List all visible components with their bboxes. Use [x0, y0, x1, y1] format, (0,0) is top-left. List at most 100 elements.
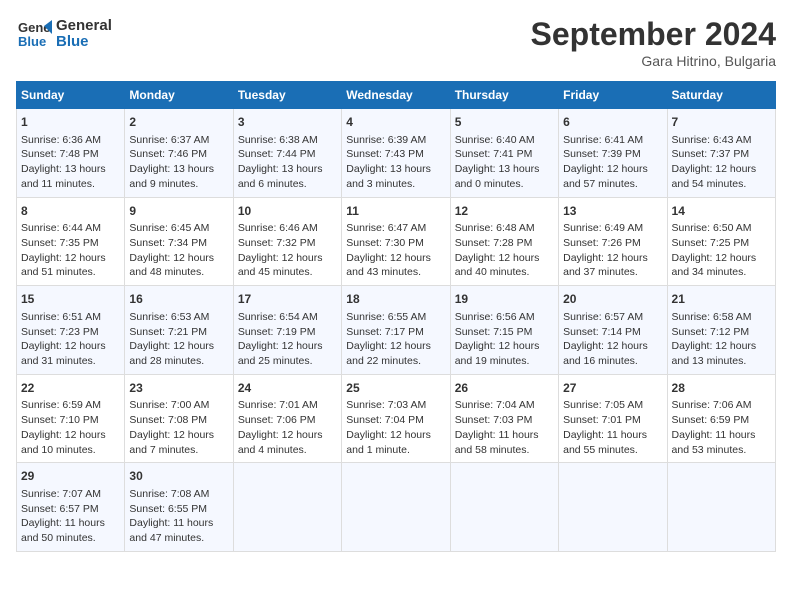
cell-content: Sunrise: 6:56 AMSunset: 7:15 PMDaylight:… [455, 310, 554, 369]
calendar-cell [342, 463, 450, 552]
calendar-cell: 25Sunrise: 7:03 AMSunset: 7:04 PMDayligh… [342, 374, 450, 463]
logo-line1: General [56, 18, 112, 35]
cell-content: Sunrise: 7:08 AMSunset: 6:55 PMDaylight:… [129, 487, 228, 546]
cell-content: Sunrise: 7:03 AMSunset: 7:04 PMDaylight:… [346, 398, 445, 457]
day-number: 22 [21, 380, 120, 397]
cell-content: Sunrise: 6:36 AMSunset: 7:48 PMDaylight:… [21, 133, 120, 192]
day-number: 5 [455, 114, 554, 131]
day-number: 11 [346, 203, 445, 220]
week-row-2: 8Sunrise: 6:44 AMSunset: 7:35 PMDaylight… [17, 197, 776, 286]
calendar-cell: 27Sunrise: 7:05 AMSunset: 7:01 PMDayligh… [559, 374, 667, 463]
day-number: 13 [563, 203, 662, 220]
calendar-cell: 22Sunrise: 6:59 AMSunset: 7:10 PMDayligh… [17, 374, 125, 463]
cell-content: Sunrise: 6:39 AMSunset: 7:43 PMDaylight:… [346, 133, 445, 192]
cell-content: Sunrise: 6:44 AMSunset: 7:35 PMDaylight:… [21, 221, 120, 280]
day-number: 30 [129, 468, 228, 485]
day-number: 4 [346, 114, 445, 131]
day-header-monday: Monday [125, 82, 233, 109]
calendar-cell [450, 463, 558, 552]
logo: General Blue General Blue [16, 16, 112, 52]
calendar-cell [233, 463, 341, 552]
day-number: 3 [238, 114, 337, 131]
cell-content: Sunrise: 7:04 AMSunset: 7:03 PMDaylight:… [455, 398, 554, 457]
calendar-cell: 1Sunrise: 6:36 AMSunset: 7:48 PMDaylight… [17, 109, 125, 198]
day-number: 14 [672, 203, 771, 220]
day-header-tuesday: Tuesday [233, 82, 341, 109]
calendar-cell: 29Sunrise: 7:07 AMSunset: 6:57 PMDayligh… [17, 463, 125, 552]
calendar-cell: 13Sunrise: 6:49 AMSunset: 7:26 PMDayligh… [559, 197, 667, 286]
day-number: 25 [346, 380, 445, 397]
cell-content: Sunrise: 6:54 AMSunset: 7:19 PMDaylight:… [238, 310, 337, 369]
calendar-cell: 11Sunrise: 6:47 AMSunset: 7:30 PMDayligh… [342, 197, 450, 286]
day-header-sunday: Sunday [17, 82, 125, 109]
calendar-cell: 16Sunrise: 6:53 AMSunset: 7:21 PMDayligh… [125, 286, 233, 375]
cell-content: Sunrise: 6:43 AMSunset: 7:37 PMDaylight:… [672, 133, 771, 192]
week-row-5: 29Sunrise: 7:07 AMSunset: 6:57 PMDayligh… [17, 463, 776, 552]
week-row-3: 15 Sunrise: 6:51 AMSunset: 7:23 PMDayligh… [17, 286, 776, 375]
calendar-cell: 18Sunrise: 6:55 AMSunset: 7:17 PMDayligh… [342, 286, 450, 375]
day-number: 20 [563, 291, 662, 308]
day-number: 7 [672, 114, 771, 131]
day-number: 24 [238, 380, 337, 397]
calendar-cell: 17 Sunrise: 6:54 AMSunset: 7:19 PMDayligh… [233, 286, 341, 375]
calendar-cell: 20 Sunrise: 6:57 AMSunset: 7:14 PMDayligh… [559, 286, 667, 375]
calendar-cell [559, 463, 667, 552]
cell-content: Sunrise: 7:00 AMSunset: 7:08 PMDaylight:… [129, 398, 228, 457]
day-number: 18 [346, 291, 445, 308]
day-number: 15 [21, 291, 120, 308]
title-block: September 2024 Gara Hitrino, Bulgaria [531, 16, 776, 69]
cell-content: Sunrise: 6:49 AMSunset: 7:26 PMDaylight:… [563, 221, 662, 280]
calendar-cell: 4 Sunrise: 6:39 AMSunset: 7:43 PMDaylight… [342, 109, 450, 198]
day-number: 28 [672, 380, 771, 397]
cell-content: Sunrise: 6:57 AMSunset: 7:14 PMDaylight:… [563, 310, 662, 369]
calendar-cell: 15 Sunrise: 6:51 AMSunset: 7:23 PMDayligh… [17, 286, 125, 375]
location-subtitle: Gara Hitrino, Bulgaria [531, 53, 776, 69]
day-number: 27 [563, 380, 662, 397]
calendar-cell: 30 Sunrise: 7:08 AMSunset: 6:55 PMDayligh… [125, 463, 233, 552]
cell-content: Sunrise: 7:07 AMSunset: 6:57 PMDaylight:… [21, 487, 120, 546]
cell-content: Sunrise: 6:38 AMSunset: 7:44 PMDaylight:… [238, 133, 337, 192]
week-row-4: 22Sunrise: 6:59 AMSunset: 7:10 PMDayligh… [17, 374, 776, 463]
calendar-cell: 8Sunrise: 6:44 AMSunset: 7:35 PMDaylight… [17, 197, 125, 286]
calendar-cell: 5Sunrise: 6:40 AMSunset: 7:41 PMDaylight… [450, 109, 558, 198]
month-title: September 2024 [531, 16, 776, 53]
calendar-cell: 21Sunrise: 6:58 AMSunset: 7:12 PMDayligh… [667, 286, 775, 375]
day-header-saturday: Saturday [667, 82, 775, 109]
day-number: 23 [129, 380, 228, 397]
day-number: 9 [129, 203, 228, 220]
day-header-wednesday: Wednesday [342, 82, 450, 109]
day-number: 10 [238, 203, 337, 220]
calendar-header-row: SundayMondayTuesdayWednesdayThursdayFrid… [17, 82, 776, 109]
cell-content: Sunrise: 6:37 AMSunset: 7:46 PMDaylight:… [129, 133, 228, 192]
cell-content: Sunrise: 6:46 AMSunset: 7:32 PMDaylight:… [238, 221, 337, 280]
logo-line2: Blue [56, 34, 112, 51]
calendar-cell: 7 Sunrise: 6:43 AMSunset: 7:37 PMDaylight… [667, 109, 775, 198]
cell-content: Sunrise: 7:05 AMSunset: 7:01 PMDaylight:… [563, 398, 662, 457]
calendar-cell: 26Sunrise: 7:04 AMSunset: 7:03 PMDayligh… [450, 374, 558, 463]
calendar-cell: 23Sunrise: 7:00 AMSunset: 7:08 PMDayligh… [125, 374, 233, 463]
cell-content: Sunrise: 6:50 AMSunset: 7:25 PMDaylight:… [672, 221, 771, 280]
calendar-cell [667, 463, 775, 552]
calendar-cell: 12Sunrise: 6:48 AMSunset: 7:28 PMDayligh… [450, 197, 558, 286]
cell-content: Sunrise: 6:58 AMSunset: 7:12 PMDaylight:… [672, 310, 771, 369]
day-number: 26 [455, 380, 554, 397]
cell-content: Sunrise: 6:51 AMSunset: 7:23 PMDaylight:… [21, 310, 120, 369]
day-number: 6 [563, 114, 662, 131]
cell-content: Sunrise: 6:41 AMSunset: 7:39 PMDaylight:… [563, 133, 662, 192]
calendar-cell: 24Sunrise: 7:01 AMSunset: 7:06 PMDayligh… [233, 374, 341, 463]
cell-content: Sunrise: 6:47 AMSunset: 7:30 PMDaylight:… [346, 221, 445, 280]
day-header-thursday: Thursday [450, 82, 558, 109]
cell-content: Sunrise: 6:59 AMSunset: 7:10 PMDaylight:… [21, 398, 120, 457]
calendar-cell: 6 Sunrise: 6:41 AMSunset: 7:39 PMDaylight… [559, 109, 667, 198]
day-number: 8 [21, 203, 120, 220]
logo-icon: General Blue [16, 16, 52, 52]
day-number: 12 [455, 203, 554, 220]
calendar-cell: 19Sunrise: 6:56 AMSunset: 7:15 PMDayligh… [450, 286, 558, 375]
calendar-cell: 10Sunrise: 6:46 AMSunset: 7:32 PMDayligh… [233, 197, 341, 286]
cell-content: Sunrise: 7:06 AMSunset: 6:59 PMDaylight:… [672, 398, 771, 457]
calendar-cell: 9Sunrise: 6:45 AMSunset: 7:34 PMDaylight… [125, 197, 233, 286]
calendar-cell: 2Sunrise: 6:37 AMSunset: 7:46 PMDaylight… [125, 109, 233, 198]
cell-content: Sunrise: 6:48 AMSunset: 7:28 PMDaylight:… [455, 221, 554, 280]
day-number: 17 [238, 291, 337, 308]
page-header: General Blue General Blue September 2024… [16, 16, 776, 69]
